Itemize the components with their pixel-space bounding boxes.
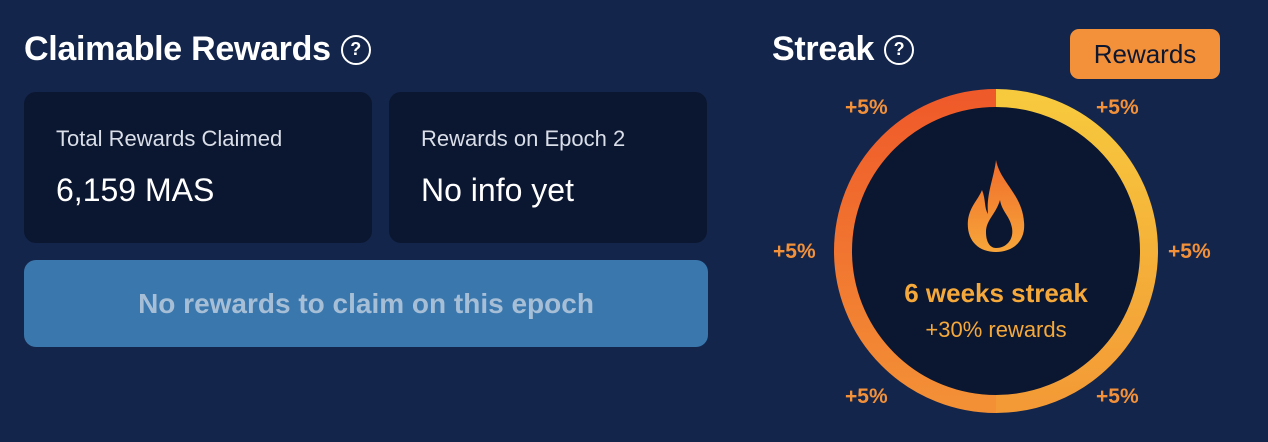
streak-bonus-label: +5%	[845, 96, 888, 119]
rewards-page: Claimable Rewards ? Total Rewards Claime…	[0, 0, 1268, 442]
streak-ring	[834, 89, 1158, 413]
streak-bonus-total: +30% rewards	[925, 317, 1067, 342]
streak-bonus-label: +5%	[773, 240, 816, 263]
streak-weeks-label: 6 weeks streak	[904, 278, 1088, 308]
streak-bonus-label: +5%	[845, 385, 888, 408]
streak-bonus-label: +5%	[1168, 240, 1211, 263]
streak-bonus-label: +5%	[1096, 96, 1139, 119]
streak-summary: 6 weeks streak +30% rewards	[866, 278, 1126, 343]
streak-bonus-label: +5%	[1096, 385, 1139, 408]
